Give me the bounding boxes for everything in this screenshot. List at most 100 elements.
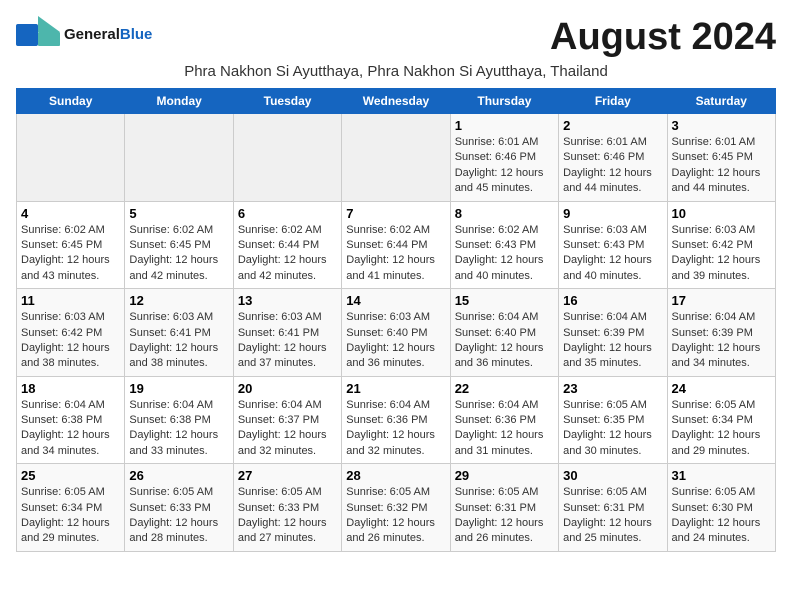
calendar-cell: 3 Sunrise: 6:01 AM Sunset: 6:45 PM Daylig… bbox=[667, 114, 775, 202]
calendar-week-row: 1 Sunrise: 6:01 AM Sunset: 6:46 PM Daylig… bbox=[17, 114, 776, 202]
day-info: Sunrise: 6:02 AM Sunset: 6:44 PM Dayligh… bbox=[346, 223, 445, 285]
weekday-header-row: SundayMondayTuesdayWednesdayThursdayFrid… bbox=[17, 89, 776, 114]
calendar-cell bbox=[125, 114, 233, 202]
day-info: Sunrise: 6:05 AM Sunset: 6:34 PM Dayligh… bbox=[21, 485, 120, 547]
day-info: Sunrise: 6:04 AM Sunset: 6:38 PM Dayligh… bbox=[129, 398, 228, 460]
day-info: Sunrise: 6:04 AM Sunset: 6:38 PM Dayligh… bbox=[21, 398, 120, 460]
logo-general: GeneralBlue bbox=[64, 26, 152, 43]
day-info: Sunrise: 6:01 AM Sunset: 6:45 PM Dayligh… bbox=[672, 135, 771, 197]
day-info: Sunrise: 6:01 AM Sunset: 6:46 PM Dayligh… bbox=[455, 135, 554, 197]
calendar-week-row: 4 Sunrise: 6:02 AM Sunset: 6:45 PM Daylig… bbox=[17, 201, 776, 289]
calendar-cell: 20 Sunrise: 6:04 AM Sunset: 6:37 PM Dayli… bbox=[233, 376, 341, 464]
calendar-cell bbox=[233, 114, 341, 202]
calendar-cell: 24 Sunrise: 6:05 AM Sunset: 6:34 PM Dayli… bbox=[667, 376, 775, 464]
day-number: 19 bbox=[129, 381, 228, 396]
day-number: 27 bbox=[238, 468, 337, 483]
calendar-cell: 18 Sunrise: 6:04 AM Sunset: 6:38 PM Dayli… bbox=[17, 376, 125, 464]
calendar-cell: 12Sunrise: 6:03 AM Sunset: 6:41 PM Dayli… bbox=[125, 289, 233, 377]
month-title: August 2024 bbox=[550, 16, 776, 59]
day-number: 3 bbox=[672, 118, 771, 133]
calendar-cell: 27 Sunrise: 6:05 AM Sunset: 6:33 PM Dayli… bbox=[233, 464, 341, 552]
calendar-cell: 6 Sunrise: 6:02 AM Sunset: 6:44 PM Daylig… bbox=[233, 201, 341, 289]
weekday-header-friday: Friday bbox=[559, 89, 667, 114]
day-number: 23 bbox=[563, 381, 662, 396]
day-number: 15 bbox=[455, 293, 554, 308]
day-info: Sunrise: 6:03 AM Sunset: 6:40 PM Dayligh… bbox=[346, 310, 445, 372]
calendar-cell: 16 Sunrise: 6:04 AM Sunset: 6:39 PM Dayli… bbox=[559, 289, 667, 377]
day-info: Sunrise: 6:04 AM Sunset: 6:36 PM Dayligh… bbox=[455, 398, 554, 460]
day-number: 14 bbox=[346, 293, 445, 308]
calendar-week-row: 18 Sunrise: 6:04 AM Sunset: 6:38 PM Dayli… bbox=[17, 376, 776, 464]
calendar-cell: 11 Sunrise: 6:03 AM Sunset: 6:42 PM Dayli… bbox=[17, 289, 125, 377]
day-number: 6 bbox=[238, 206, 337, 221]
calendar-cell: 15 Sunrise: 6:04 AM Sunset: 6:40 PM Dayli… bbox=[450, 289, 558, 377]
calendar-cell: 23 Sunrise: 6:05 AM Sunset: 6:35 PM Dayli… bbox=[559, 376, 667, 464]
weekday-header-thursday: Thursday bbox=[450, 89, 558, 114]
day-number: 24 bbox=[672, 381, 771, 396]
day-number: 16 bbox=[563, 293, 662, 308]
day-number: 22 bbox=[455, 381, 554, 396]
day-info: Sunrise: 6:04 AM Sunset: 6:40 PM Dayligh… bbox=[455, 310, 554, 372]
day-info: Sunrise: 6:03 AM Sunset: 6:43 PM Dayligh… bbox=[563, 223, 662, 285]
day-number: 26 bbox=[129, 468, 228, 483]
calendar-cell: 1 Sunrise: 6:01 AM Sunset: 6:46 PM Daylig… bbox=[450, 114, 558, 202]
day-number: 13 bbox=[238, 293, 337, 308]
day-info: Sunrise: 6:02 AM Sunset: 6:43 PM Dayligh… bbox=[455, 223, 554, 285]
day-info: Sunrise: 6:05 AM Sunset: 6:34 PM Dayligh… bbox=[672, 398, 771, 460]
calendar-cell: 21Sunrise: 6:04 AM Sunset: 6:36 PM Dayli… bbox=[342, 376, 450, 464]
day-number: 29 bbox=[455, 468, 554, 483]
calendar-cell: 30Sunrise: 6:05 AM Sunset: 6:31 PM Dayli… bbox=[559, 464, 667, 552]
day-info: Sunrise: 6:05 AM Sunset: 6:30 PM Dayligh… bbox=[672, 485, 771, 547]
day-info: Sunrise: 6:05 AM Sunset: 6:33 PM Dayligh… bbox=[238, 485, 337, 547]
calendar-cell: 31 Sunrise: 6:05 AM Sunset: 6:30 PM Dayli… bbox=[667, 464, 775, 552]
day-number: 1 bbox=[455, 118, 554, 133]
calendar-table: SundayMondayTuesdayWednesdayThursdayFrid… bbox=[16, 88, 776, 552]
day-info: Sunrise: 6:03 AM Sunset: 6:41 PM Dayligh… bbox=[129, 310, 228, 372]
day-number: 8 bbox=[455, 206, 554, 221]
day-info: Sunrise: 6:05 AM Sunset: 6:32 PM Dayligh… bbox=[346, 485, 445, 547]
day-info: Sunrise: 6:04 AM Sunset: 6:37 PM Dayligh… bbox=[238, 398, 337, 460]
subtitle: Phra Nakhon Si Ayutthaya, Phra Nakhon Si… bbox=[16, 63, 776, 80]
calendar-cell bbox=[342, 114, 450, 202]
day-number: 11 bbox=[21, 293, 120, 308]
day-number: 31 bbox=[672, 468, 771, 483]
day-info: Sunrise: 6:03 AM Sunset: 6:42 PM Dayligh… bbox=[672, 223, 771, 285]
calendar-cell: 29Sunrise: 6:05 AM Sunset: 6:31 PM Dayli… bbox=[450, 464, 558, 552]
day-info: Sunrise: 6:05 AM Sunset: 6:33 PM Dayligh… bbox=[129, 485, 228, 547]
day-number: 18 bbox=[21, 381, 120, 396]
day-number: 20 bbox=[238, 381, 337, 396]
day-number: 10 bbox=[672, 206, 771, 221]
day-number: 4 bbox=[21, 206, 120, 221]
day-number: 28 bbox=[346, 468, 445, 483]
day-info: Sunrise: 6:01 AM Sunset: 6:46 PM Dayligh… bbox=[563, 135, 662, 197]
day-info: Sunrise: 6:04 AM Sunset: 6:39 PM Dayligh… bbox=[672, 310, 771, 372]
weekday-header-sunday: Sunday bbox=[17, 89, 125, 114]
calendar-cell: 25 Sunrise: 6:05 AM Sunset: 6:34 PM Dayli… bbox=[17, 464, 125, 552]
day-info: Sunrise: 6:02 AM Sunset: 6:44 PM Dayligh… bbox=[238, 223, 337, 285]
day-info: Sunrise: 6:03 AM Sunset: 6:42 PM Dayligh… bbox=[21, 310, 120, 372]
calendar-week-row: 11 Sunrise: 6:03 AM Sunset: 6:42 PM Dayli… bbox=[17, 289, 776, 377]
calendar-cell: 4Sunrise: 6:02 AM Sunset: 6:45 PM Daylig… bbox=[17, 201, 125, 289]
day-number: 5 bbox=[129, 206, 228, 221]
weekday-header-saturday: Saturday bbox=[667, 89, 775, 114]
calendar-cell: 19 Sunrise: 6:04 AM Sunset: 6:38 PM Dayli… bbox=[125, 376, 233, 464]
calendar-cell: 5 Sunrise: 6:02 AM Sunset: 6:45 PM Daylig… bbox=[125, 201, 233, 289]
day-info: Sunrise: 6:02 AM Sunset: 6:45 PM Dayligh… bbox=[129, 223, 228, 285]
weekday-header-tuesday: Tuesday bbox=[233, 89, 341, 114]
calendar-cell bbox=[17, 114, 125, 202]
calendar-week-row: 25 Sunrise: 6:05 AM Sunset: 6:34 PM Dayli… bbox=[17, 464, 776, 552]
day-info: Sunrise: 6:03 AM Sunset: 6:41 PM Dayligh… bbox=[238, 310, 337, 372]
calendar-cell: 14 Sunrise: 6:03 AM Sunset: 6:40 PM Dayli… bbox=[342, 289, 450, 377]
calendar-cell: 17Sunrise: 6:04 AM Sunset: 6:39 PM Dayli… bbox=[667, 289, 775, 377]
weekday-header-monday: Monday bbox=[125, 89, 233, 114]
header: GeneralBlue August 2024 bbox=[16, 16, 776, 59]
calendar-cell: 8 Sunrise: 6:02 AM Sunset: 6:43 PM Daylig… bbox=[450, 201, 558, 289]
calendar-cell: 7 Sunrise: 6:02 AM Sunset: 6:44 PM Daylig… bbox=[342, 201, 450, 289]
calendar-cell: 26 Sunrise: 6:05 AM Sunset: 6:33 PM Dayli… bbox=[125, 464, 233, 552]
day-info: Sunrise: 6:04 AM Sunset: 6:39 PM Dayligh… bbox=[563, 310, 662, 372]
day-number: 7 bbox=[346, 206, 445, 221]
calendar-cell: 10 Sunrise: 6:03 AM Sunset: 6:42 PM Dayli… bbox=[667, 201, 775, 289]
calendar-cell: 13 Sunrise: 6:03 AM Sunset: 6:41 PM Dayli… bbox=[233, 289, 341, 377]
day-info: Sunrise: 6:05 AM Sunset: 6:35 PM Dayligh… bbox=[563, 398, 662, 460]
day-number: 25 bbox=[21, 468, 120, 483]
